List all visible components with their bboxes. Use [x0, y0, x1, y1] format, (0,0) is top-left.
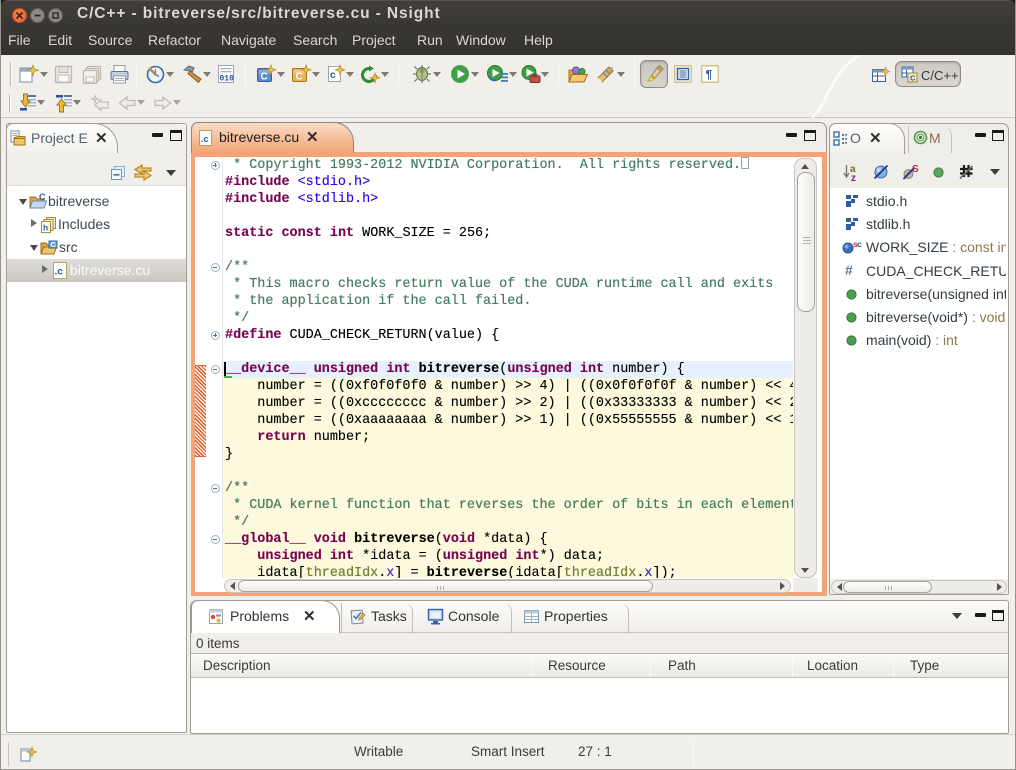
svg-text:010: 010 [220, 75, 235, 84]
svg-text:c: c [857, 240, 862, 249]
svg-text:h: h [43, 223, 48, 233]
svg-text:C: C [910, 74, 916, 83]
svg-text:c: c [330, 70, 336, 81]
svg-text:z: z [851, 173, 856, 182]
svg-text:¶: ¶ [706, 68, 713, 82]
svg-text:C: C [296, 72, 303, 83]
svg-text:.c: .c [55, 267, 64, 278]
svg-text:C: C [51, 240, 57, 249]
svg-text:.c: .c [201, 134, 209, 144]
svg-text:C: C [261, 72, 268, 83]
svg-text:C: C [39, 193, 46, 202]
